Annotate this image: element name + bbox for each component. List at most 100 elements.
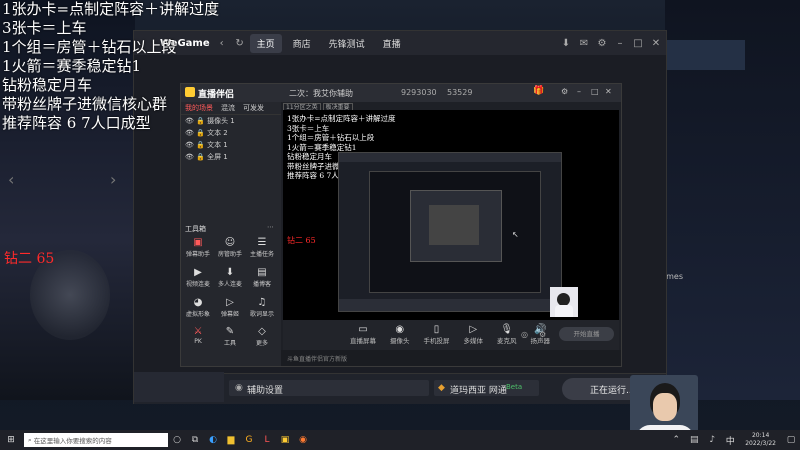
windows-taskbar: ⊞ ⌕ 在这里输入你要搜索的内容 ○ ⧉ ◐ ▆ G L ▣ ◉ ⌃ ▤ ♪ 中…: [0, 430, 800, 450]
minimize-icon[interactable]: –: [577, 87, 581, 96]
overlay-line: 钻粉稳定月车: [2, 76, 93, 94]
user-icon: ☺: [224, 237, 236, 248]
tool-label: 弹幕助手: [185, 251, 210, 258]
gear-icon[interactable]: ⚙: [596, 38, 608, 49]
tool-video-link[interactable]: ▶ 视频连麦: [183, 267, 213, 288]
maximize-icon[interactable]: □: [591, 87, 599, 96]
accelerator-button[interactable]: ◆ 道玛西亚 网通 Beta: [434, 380, 539, 396]
lol-icon[interactable]: L: [258, 435, 276, 445]
close-icon[interactable]: ✕: [605, 87, 612, 96]
lock-icon[interactable]: 🔒: [196, 141, 205, 149]
more-icon: ◇: [258, 326, 266, 337]
game-start-slot: [134, 372, 224, 402]
tool-more[interactable]: ◇ 更多: [247, 326, 277, 347]
tool-danmu-ji[interactable]: ▷ 弹幕姬: [215, 297, 245, 318]
tool-label: 歌词显示: [249, 311, 274, 318]
tab-store[interactable]: 商店: [286, 34, 318, 53]
stream-app-window: 直播伴侣 二次：我艾你辅助 9293030 53529 🎁 ⚙ – □ ✕ 11…: [180, 83, 622, 367]
input-language[interactable]: 中: [721, 434, 739, 447]
overlay-line: 带粉丝牌子进微信核心群: [2, 95, 168, 113]
running-label: 正在运行...: [590, 386, 635, 396]
lock-icon[interactable]: 🔒: [196, 153, 205, 161]
record-icon[interactable]: ◎: [521, 330, 528, 339]
maximize-icon[interactable]: □: [632, 38, 644, 49]
gift-icon[interactable]: 🎁: [533, 86, 544, 96]
tab-home[interactable]: 主页: [249, 33, 282, 53]
stream-left-panel: 我的场景 混流 可发发 👁 🔒 摄像头 1 👁 🔒 文本 2 👁 🔒 文本 1 …: [181, 102, 281, 366]
search-icon: ⌕: [28, 435, 32, 444]
accelerator-icon: ◆: [438, 383, 445, 393]
task-view-icon[interactable]: ○: [168, 435, 186, 445]
toolbox-title: 工具箱: [185, 225, 206, 233]
refresh-icon[interactable]: ↻: [234, 38, 246, 49]
status-text: 斗鱼直播伴侣官方新版: [287, 356, 348, 363]
tab-publish[interactable]: 可发发: [239, 103, 268, 113]
source-label: 手机投屏: [423, 337, 450, 345]
tool-label: 视频连麦: [185, 281, 210, 288]
taskbar-search[interactable]: ⌕ 在这里输入你要搜索的内容: [24, 433, 168, 447]
assist-settings-button[interactable]: ◉ 辅助设置: [229, 380, 429, 396]
minimize-icon[interactable]: –: [614, 38, 626, 49]
room-id: 9293030: [401, 88, 437, 97]
preview-line: 1张办卡=点制定阵容＋讲解过度: [287, 114, 396, 123]
preview-webcam: [550, 287, 578, 317]
folder-icon[interactable]: ▆: [222, 435, 240, 445]
source-camera[interactable]: ◉ 摄像头: [390, 324, 410, 345]
edge-icon[interactable]: ◐: [204, 435, 222, 445]
tool-multi-link[interactable]: ⬇ 多人连麦: [215, 267, 245, 288]
tab-live[interactable]: 直播: [376, 34, 408, 53]
volume-icon[interactable]: ♪: [703, 435, 721, 445]
overlay-line: 3张卡＝上车: [2, 19, 87, 37]
more-icon[interactable]: ⋯: [267, 223, 274, 231]
tool-lyrics[interactable]: ♫ 歌词显示: [247, 297, 277, 318]
source-mic[interactable]: 🎙 麦克风: [497, 324, 517, 345]
play-icon: ▷: [226, 297, 234, 308]
settings-icon[interactable]: ⚙: [561, 87, 568, 96]
eye-icon[interactable]: 👁: [185, 153, 194, 161]
assist-settings-label: 辅助设置: [247, 386, 284, 396]
download-icon[interactable]: ⬇: [560, 38, 572, 49]
scene-item[interactable]: 👁 🔒 文本 1: [181, 139, 281, 151]
tool-label: 弹幕姬: [220, 311, 239, 318]
tool-label: PK: [194, 338, 202, 345]
notification-icon[interactable]: ▢: [782, 435, 800, 445]
game-app-icon[interactable]: G: [240, 435, 258, 445]
tool-pk[interactable]: ⚔ PK: [183, 326, 213, 345]
overlay-line: 推荐阵容 6 7人口成型: [2, 114, 151, 132]
windows-start-icon[interactable]: ⊞: [2, 435, 20, 445]
taskbar-clock[interactable]: 20:14 2022/3/22: [745, 432, 776, 448]
tab-pioneer[interactable]: 先锋测试: [322, 34, 372, 53]
stream-app-icon[interactable]: ▣: [276, 435, 294, 445]
settings-icon[interactable]: ⚙: [539, 330, 546, 339]
tab-mix[interactable]: 混流: [217, 103, 239, 113]
tool-blog[interactable]: ▤ 播博客: [247, 267, 277, 288]
tool-moderator[interactable]: ☺ 房管助手: [215, 237, 245, 258]
close-icon[interactable]: ✕: [650, 38, 662, 49]
source-label: 麦克风: [497, 337, 517, 345]
source-media[interactable]: ▷ 多媒体: [464, 324, 484, 345]
browser-icon[interactable]: ◉: [294, 435, 312, 445]
tool-label: 更多: [255, 340, 268, 347]
tool-tools[interactable]: ✎ 工具: [215, 326, 245, 347]
tool-label: 工具: [223, 340, 236, 347]
network-icon[interactable]: ▤: [685, 435, 703, 445]
preview-line: 3张卡＝上车: [287, 123, 330, 133]
tool-tasks[interactable]: ☰ 主播任务: [247, 237, 277, 258]
task-icon: ☰: [257, 237, 267, 248]
monitor-icon: ▭: [358, 324, 368, 335]
tool-avatar[interactable]: ◕ 虚拟形象: [183, 297, 213, 318]
task-view-icon[interactable]: ⧉: [186, 435, 204, 445]
source-screen[interactable]: ▭ 直播屏幕: [350, 324, 376, 345]
scene-item[interactable]: 👁 🔒 全屏 1: [181, 151, 281, 163]
tray-arrow-icon[interactable]: ⌃: [667, 435, 685, 445]
tool-danmu[interactable]: ▣ 弹幕助手: [183, 237, 213, 258]
start-live-button[interactable]: 开始直播: [559, 327, 614, 341]
mail-icon[interactable]: ✉: [578, 38, 590, 49]
blog-icon: ▤: [257, 267, 267, 278]
webcam-body: [555, 305, 573, 317]
source-phone[interactable]: ▯ 手机投屏: [424, 324, 450, 345]
webcam-face: [653, 393, 677, 421]
nested-window-3: [429, 205, 479, 245]
pk-icon: ⚔: [193, 326, 203, 337]
eye-icon[interactable]: 👁: [185, 141, 194, 149]
